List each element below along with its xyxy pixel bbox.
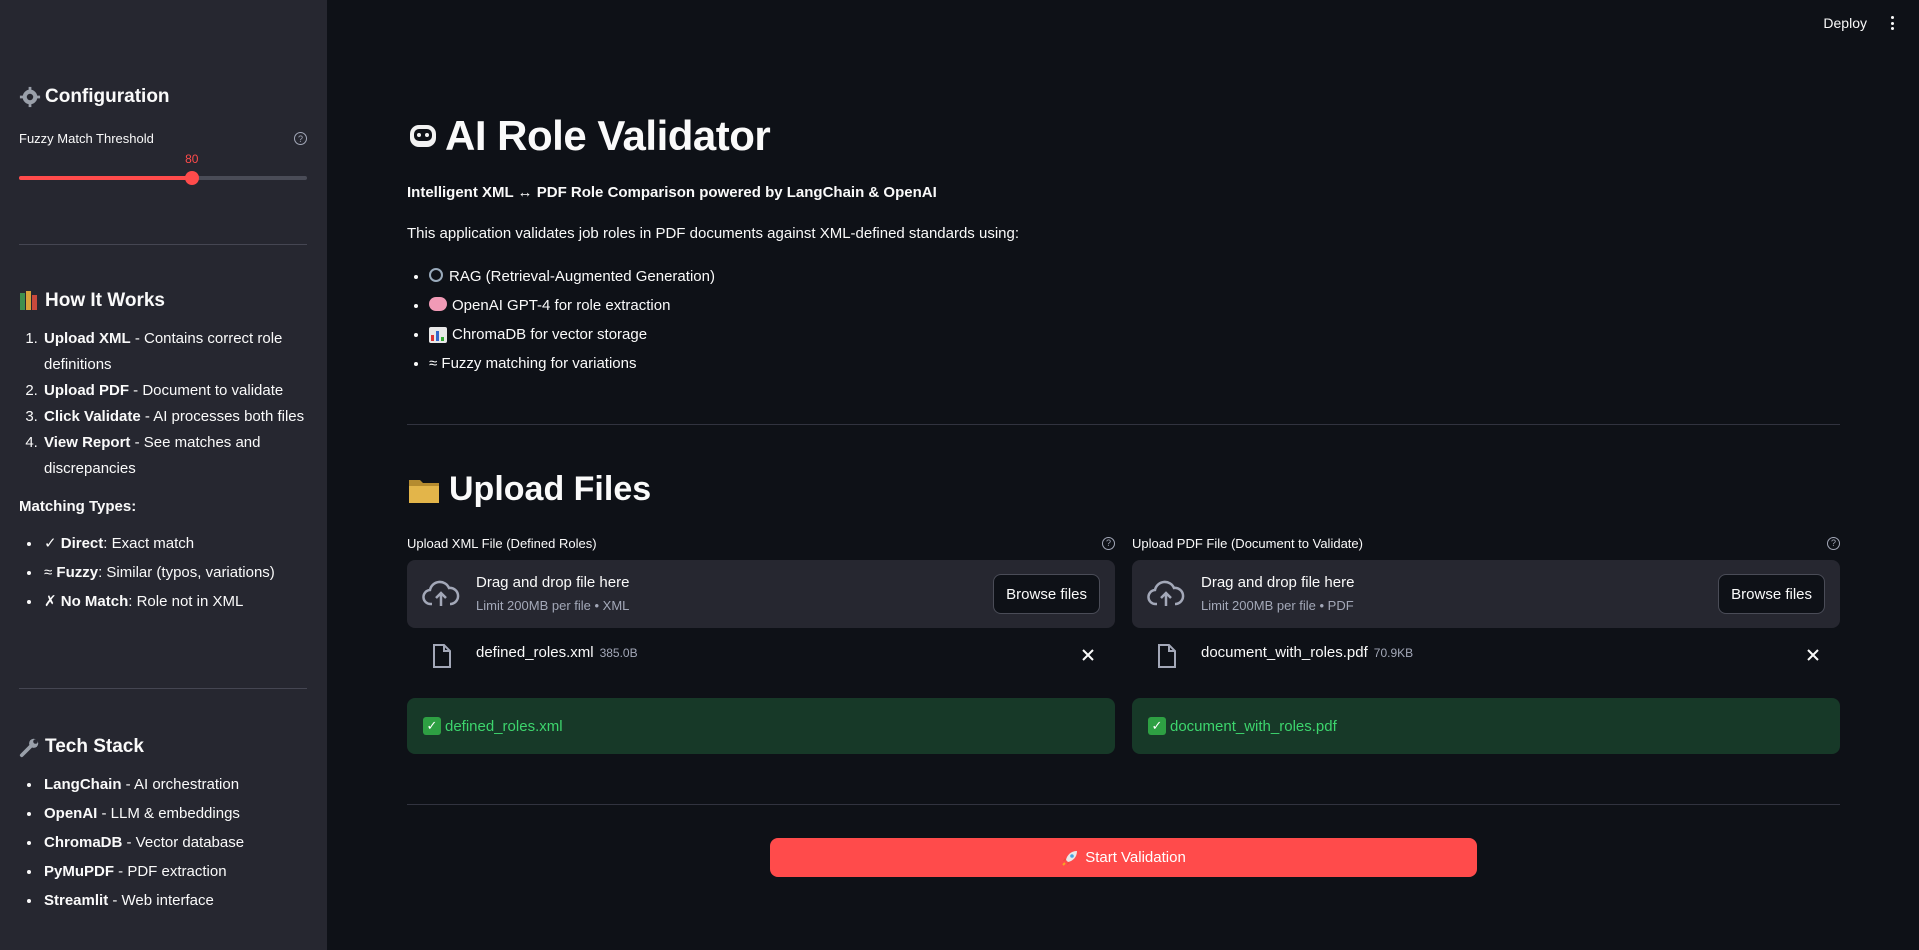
step-item: Upload XML - Contains correct role defin… bbox=[42, 326, 307, 378]
help-icon[interactable]: ? bbox=[294, 132, 307, 145]
browse-files-button[interactable]: Browse files bbox=[1718, 574, 1825, 614]
title-text: AI Role Validator bbox=[445, 112, 771, 159]
section-divider bbox=[407, 804, 1840, 805]
file-name: defined_roles.xml bbox=[476, 644, 594, 661]
slider-thumb[interactable] bbox=[184, 171, 199, 185]
tech-item: LangChain - AI orchestration bbox=[42, 770, 307, 799]
success-alert: ✓ defined_roles.xml bbox=[407, 698, 1115, 754]
upload-title: Upload Files bbox=[449, 470, 652, 508]
tech-section: Tech Stack LangChain - AI orchestration … bbox=[19, 736, 307, 915]
step-item: Upload PDF - Document to validate bbox=[42, 378, 307, 404]
deploy-button[interactable]: Deploy bbox=[1823, 15, 1867, 31]
success-alert: ✓ document_with_roles.pdf bbox=[1132, 698, 1840, 754]
intro-text: This application validates job roles in … bbox=[407, 225, 1019, 242]
dropzone-title: Drag and drop file here bbox=[1201, 574, 1355, 591]
config-heading: Configuration bbox=[19, 86, 307, 108]
step-item: View Report - See matches and discrepanc… bbox=[42, 430, 307, 482]
config-title: Configuration bbox=[45, 86, 170, 107]
start-validation-button[interactable]: Start Validation bbox=[770, 838, 1477, 877]
matching-list: ✓ Direct: Exact match ≈ Fuzzy: Similar (… bbox=[19, 529, 307, 616]
feature-item: OpenAI GPT-4 for role extraction bbox=[429, 291, 1829, 320]
file-size: 70.9KB bbox=[1373, 646, 1414, 660]
uploader-label: Upload XML File (Defined Roles) bbox=[407, 535, 597, 551]
check-mark-icon: ✓ bbox=[1148, 717, 1166, 735]
matching-item: ✓ Direct: Exact match bbox=[42, 529, 307, 558]
slider-track[interactable]: 80 bbox=[19, 152, 307, 185]
feature-item: ≈ Fuzzy matching for variations bbox=[429, 349, 1829, 378]
tech-item: Streamlit - Web interface bbox=[42, 886, 307, 915]
file-icon bbox=[433, 644, 451, 668]
cloud-upload-icon bbox=[1147, 580, 1185, 606]
subtitle: Intelligent XML ↔ PDF Role Comparison po… bbox=[407, 184, 937, 201]
check-mark-icon: ✓ bbox=[423, 717, 441, 735]
help-icon[interactable]: ? bbox=[1827, 536, 1840, 550]
step-item: Click Validate - AI processes both files bbox=[42, 404, 307, 430]
upload-heading: Upload Files bbox=[407, 470, 1840, 509]
uploader-label: Upload PDF File (Document to Validate) bbox=[1132, 535, 1363, 551]
matching-item: ≈ Fuzzy: Similar (typos, variations) bbox=[42, 558, 307, 587]
file-name-group: defined_roles.xml 385.0B bbox=[476, 644, 638, 661]
pdf-uploader: Upload PDF File (Document to Validate) ?… bbox=[1132, 534, 1840, 754]
dropzone-limit: Limit 200MB per file • XML bbox=[476, 598, 630, 613]
close-icon[interactable] bbox=[1079, 646, 1097, 664]
cloud-upload-icon bbox=[422, 580, 460, 606]
how-heading: How It Works bbox=[19, 290, 307, 312]
page-title: AI Role Validator bbox=[407, 112, 1840, 160]
file-size: 385.0B bbox=[599, 646, 638, 660]
main-area: Deploy AI Role Validator Intelligent XML… bbox=[327, 0, 1919, 950]
tech-item: OpenAI - LLM & embeddings bbox=[42, 799, 307, 828]
dropzone[interactable]: Drag and drop file here Limit 200MB per … bbox=[1132, 560, 1840, 628]
uploaded-file-row: defined_roles.xml 385.0B bbox=[407, 628, 1115, 688]
success-text: document_with_roles.pdf bbox=[1170, 717, 1337, 735]
slider-value: 80 bbox=[185, 152, 199, 166]
tech-list: LangChain - AI orchestration OpenAI - LL… bbox=[19, 770, 307, 915]
slider-label: Fuzzy Match Threshold bbox=[19, 131, 154, 146]
tech-item: PyMuPDF - PDF extraction bbox=[42, 857, 307, 886]
sidebar: Configuration Fuzzy Match Threshold ? 80… bbox=[0, 0, 327, 950]
close-icon[interactable] bbox=[1804, 646, 1822, 664]
feature-list: RAG (Retrieval-Augmented Generation) Ope… bbox=[407, 262, 1829, 378]
top-toolbar: Deploy bbox=[1823, 14, 1899, 32]
xml-uploader: Upload XML File (Defined Roles) ? Drag a… bbox=[407, 534, 1115, 754]
help-icon[interactable]: ? bbox=[1102, 536, 1115, 550]
feature-item: ChromaDB for vector storage bbox=[429, 320, 1829, 349]
bar-chart-icon bbox=[429, 327, 447, 343]
start-validation-label: Start Validation bbox=[1085, 849, 1186, 866]
threshold-slider: Fuzzy Match Threshold ? 80 bbox=[19, 131, 307, 185]
dropzone-title: Drag and drop file here bbox=[476, 574, 630, 591]
kebab-menu-icon[interactable] bbox=[1885, 14, 1899, 32]
sidebar-divider bbox=[19, 688, 307, 689]
uploaded-file-row: document_with_roles.pdf 70.9KB bbox=[1132, 628, 1840, 688]
rocket-icon bbox=[1062, 850, 1078, 866]
how-steps: Upload XML - Contains correct role defin… bbox=[19, 326, 307, 482]
file-name-group: document_with_roles.pdf 70.9KB bbox=[1201, 644, 1413, 661]
file-icon bbox=[1158, 644, 1176, 668]
tech-title: Tech Stack bbox=[45, 736, 144, 757]
header-block: AI Role Validator bbox=[407, 112, 1840, 160]
dropzone-limit: Limit 200MB per file • PDF bbox=[1201, 598, 1354, 613]
tech-heading: Tech Stack bbox=[19, 736, 307, 758]
robot-icon bbox=[410, 125, 436, 147]
success-text: defined_roles.xml bbox=[445, 717, 563, 735]
sidebar-divider bbox=[19, 244, 307, 245]
file-name: document_with_roles.pdf bbox=[1201, 644, 1368, 661]
feature-item: RAG (Retrieval-Augmented Generation) bbox=[429, 262, 1829, 291]
browse-files-button[interactable]: Browse files bbox=[993, 574, 1100, 614]
folder-icon bbox=[409, 479, 439, 503]
matching-item: ✗ No Match: Role not in XML bbox=[42, 587, 307, 616]
how-title: How It Works bbox=[45, 290, 165, 311]
gear-icon bbox=[19, 86, 41, 108]
magnifier-icon bbox=[429, 268, 443, 282]
books-icon bbox=[20, 291, 37, 310]
how-section: How It Works Upload XML - Contains corre… bbox=[19, 290, 307, 616]
wrench-icon bbox=[19, 738, 39, 758]
brain-icon bbox=[429, 297, 447, 311]
section-divider bbox=[407, 424, 1840, 425]
matching-title: Matching Types: bbox=[19, 498, 137, 515]
dropzone[interactable]: Drag and drop file here Limit 200MB per … bbox=[407, 560, 1115, 628]
tech-item: ChromaDB - Vector database bbox=[42, 828, 307, 857]
config-section: Configuration bbox=[19, 86, 307, 108]
upload-heading-block: Upload Files bbox=[407, 470, 1840, 509]
slider-fill bbox=[19, 176, 192, 180]
